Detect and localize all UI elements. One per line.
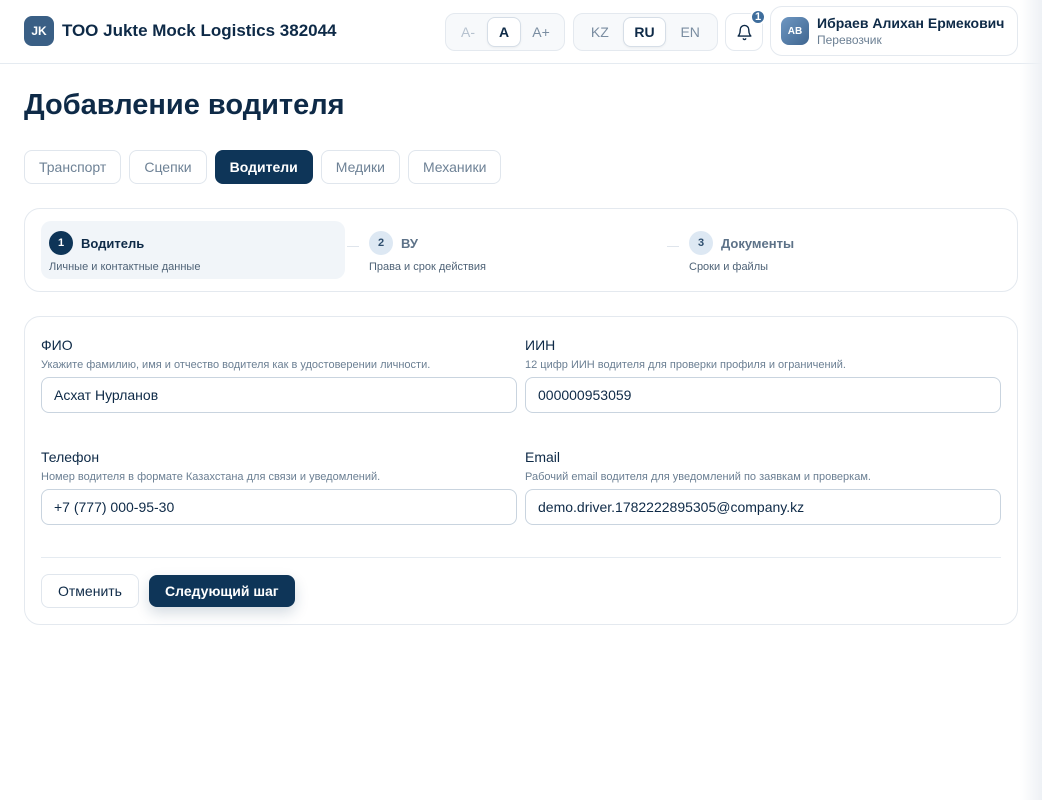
iin-label: ИИН [525,337,556,353]
driver-form-card: ФИО Укажите фамилию, имя и отчество води… [24,316,1018,625]
tab-drivers[interactable]: Водители [214,150,313,184]
email-input[interactable] [525,489,1001,525]
language-switcher: KZ RU EN [573,13,718,51]
lang-ru-button[interactable]: RU [622,17,667,47]
step-connector [347,246,359,247]
step-connector [667,246,679,247]
step-number: 1 [49,231,73,255]
font-size-increase-button[interactable]: A+ [521,17,561,47]
step-title: Документы [721,235,795,251]
right-edge-shade [1020,0,1042,800]
step-number: 2 [369,231,393,255]
fio-help: Укажите фамилию, имя и отчество водителя… [41,359,431,371]
phone-help: Номер водителя в формате Казахстана для … [41,471,381,483]
step-documents[interactable]: 3 Документы Сроки и файлы [681,221,985,279]
company-name: ТОО Jukte Mock Logistics 382044 [62,21,337,40]
iin-help: 12 цифр ИИН водителя для проверки профил… [525,359,846,371]
step-number: 3 [689,231,713,255]
notifications-count-badge: 1 [750,9,766,25]
lang-kz-button[interactable]: KZ [577,17,623,47]
phone-field: Телефон Номер водителя в формате Казахст… [41,449,517,525]
iin-input[interactable] [525,377,1001,413]
cancel-button[interactable]: Отменить [41,574,139,608]
user-menu[interactable]: АВ Ибраев Алихан Ермекович Перевозчик [770,6,1018,56]
page-title: Добавление водителя [24,89,345,121]
fio-field: ФИО Укажите фамилию, имя и отчество води… [41,337,517,413]
form-divider [41,557,1001,558]
company-logo: JK [24,16,54,46]
iin-field: ИИН 12 цифр ИИН водителя для проверки пр… [525,337,1001,413]
step-subtitle: Права и срок действия [369,261,487,273]
avatar: АВ [781,17,809,45]
email-label: Email [525,449,561,465]
tab-medics[interactable]: Медики [320,150,400,184]
phone-input[interactable] [41,489,517,525]
fio-input[interactable] [41,377,517,413]
tab-trailers[interactable]: Сцепки [129,150,207,184]
form-stepper: 1 Водитель Личные и контактные данные 2 … [24,208,1018,292]
user-role: Перевозчик [817,33,882,47]
tab-mechanics[interactable]: Механики [407,150,502,184]
lang-en-button[interactable]: EN [666,17,714,47]
next-step-button[interactable]: Следующий шаг [149,575,295,607]
email-field: Email Рабочий email водителя для уведомл… [525,449,1001,525]
user-info: Ибраев Алихан Ермекович Перевозчик [817,15,1004,47]
fio-label: ФИО [41,337,73,353]
step-title: ВУ [401,235,418,251]
phone-label: Телефон [41,449,100,465]
tab-transport[interactable]: Транспорт [24,150,122,184]
email-help: Рабочий email водителя для уведомлений п… [525,471,871,483]
user-name: Ибраев Алихан Ермекович [817,15,1005,31]
step-title: Водитель [81,235,145,251]
font-size-switcher: A- A A+ [445,13,565,51]
bell-icon [736,24,752,40]
brand[interactable]: JK ТОО Jukte Mock Logistics 382044 [24,16,337,46]
step-driver[interactable]: 1 Водитель Личные и контактные данные [41,221,345,279]
step-subtitle: Личные и контактные данные [49,261,201,273]
section-tabs: Транспорт Сцепки Водители Медики Механик… [24,150,502,184]
step-subtitle: Сроки и файлы [689,261,769,273]
step-license[interactable]: 2 ВУ Права и срок действия [361,221,665,279]
font-size-normal-button[interactable]: A [487,17,521,47]
top-header: JK ТОО Jukte Mock Logistics 382044 A- A … [0,0,1042,64]
font-size-decrease-button[interactable]: A- [449,17,487,47]
